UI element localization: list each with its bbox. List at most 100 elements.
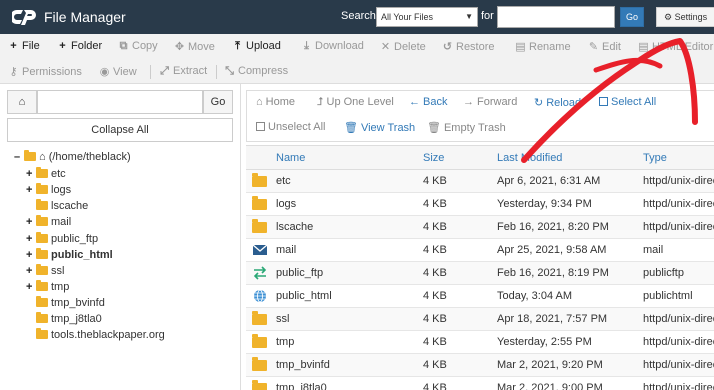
search-go-button[interactable]: Go [620, 7, 644, 27]
file-name: tmp_j8tla0 [276, 382, 327, 390]
tree-item[interactable]: lscache [26, 199, 89, 214]
settings-label: Settings [674, 12, 708, 22]
table-row[interactable]: etc 4 KB Apr 6, 2021, 6:31 AM httpd/unix-di… [246, 170, 714, 193]
tree-item[interactable]: + tmp [26, 280, 69, 295]
tb1-rename-button[interactable]: ▤ Rename [515, 40, 570, 53]
file-modified: Apr 6, 2021, 6:31 AM [497, 175, 601, 187]
tb1-copy-button[interactable]: ⧉ Copy [118, 40, 158, 53]
tree-item-label: tools.theblackpaper.org [51, 329, 165, 341]
collapse-all-button[interactable]: Collapse All [7, 118, 233, 142]
home-icon: ⌂ [256, 96, 263, 108]
reload-icon: ↻ [534, 97, 544, 109]
up-one-level-button[interactable]: ⮥ Up One Level [317, 96, 394, 109]
for-label: for [481, 10, 494, 22]
collapse-icon[interactable]: – [14, 151, 24, 163]
tree-item[interactable]: tools.theblackpaper.org [26, 328, 165, 343]
expand-icon[interactable]: + [26, 265, 36, 277]
home-button[interactable]: ⌂ Home [256, 96, 295, 108]
empty-trash-button[interactable]: 🗑 Empty Trash [427, 121, 506, 134]
tree-item-label: public_ftp [51, 233, 99, 245]
toolbar-label: Move [188, 41, 215, 53]
checkbox-empty-icon [256, 122, 265, 131]
table-row[interactable]: ssl 4 KB Apr 18, 2021, 7:57 PM httpd/unix-d… [246, 308, 714, 331]
arrow-left-icon: ← [409, 96, 420, 108]
checkbox-checked-icon [599, 97, 608, 106]
restore-icon: ↺ [442, 41, 453, 53]
tree-item[interactable]: + public_ftp [26, 232, 99, 247]
column-header-size[interactable]: Size [423, 152, 444, 164]
tree-root[interactable]: – ⌂ (/home/theblack) [14, 150, 131, 165]
unselect-all-label: Unselect All [268, 121, 326, 133]
tb2-extract-button[interactable]: ⤢ Extract [159, 65, 207, 78]
settings-button[interactable]: ⚙ Settings [656, 7, 714, 27]
tree-item[interactable]: + ssl [26, 264, 65, 279]
expand-icon[interactable]: + [26, 184, 36, 196]
file-size: 4 KB [423, 175, 447, 187]
folder-icon [36, 183, 48, 194]
tb2-view-button[interactable]: ◉ View [99, 65, 137, 78]
expand-icon[interactable]: + [26, 281, 36, 293]
tb1-delete-button[interactable]: ✕ Delete [380, 40, 426, 53]
tb1-download-button[interactable]: ⤓ Download [301, 40, 364, 53]
view-trash-button[interactable]: 🗑 View Trash [344, 121, 415, 134]
table-row[interactable]: tmp_j8tla0 4 KB Mar 2, 2021, 9:00 PM httpd/… [246, 377, 714, 390]
tb1-html-editor-button[interactable]: ▤ HTML Editor [638, 40, 713, 53]
back-button[interactable]: ← Back [409, 96, 447, 108]
globe-icon [252, 289, 268, 303]
folder-icon [36, 167, 48, 178]
expand-icon[interactable]: + [26, 216, 36, 228]
table-row[interactable]: mail 4 KB Apr 25, 2021, 9:58 AM mail [246, 239, 714, 262]
search-scope-select[interactable]: All Your Files ▼ [376, 7, 478, 27]
rename-icon: ▤ [515, 41, 526, 53]
tb2-compress-button[interactable]: ⤡ Compress [224, 65, 288, 78]
tree-item[interactable]: + mail [26, 215, 71, 230]
tb1-restore-button[interactable]: ↺ Restore [442, 40, 495, 53]
tree-item-label: etc [51, 168, 66, 180]
tree-item[interactable]: + public_html [26, 248, 113, 263]
search-scope-value: All Your Files [381, 12, 434, 22]
table-row[interactable]: public_html 4 KB Today, 3:04 AM publichtml [246, 285, 714, 308]
expand-icon[interactable]: + [26, 168, 36, 180]
tb2-permissions-button[interactable]: ⚷ Permissions [8, 65, 81, 78]
file-name: public_ftp [276, 267, 324, 279]
delete-icon: ✕ [380, 41, 391, 53]
tree-item-label: ssl [51, 265, 65, 277]
search-input[interactable] [497, 6, 615, 28]
table-row[interactable]: public_ftp 4 KB Feb 16, 2021, 8:19 PM publi… [246, 262, 714, 285]
tb1-edit-button[interactable]: ✎ Edit [588, 40, 621, 53]
select-all-button[interactable]: Select All [599, 96, 656, 108]
tree-item-label: lscache [51, 200, 89, 212]
expand-icon[interactable]: + [26, 249, 36, 261]
home-icon: ⌂ [18, 96, 26, 108]
column-header-type[interactable]: Type [643, 152, 667, 164]
tree-item[interactable]: + etc [26, 167, 66, 182]
table-row[interactable]: tmp 4 KB Yesterday, 2:55 PM httpd/unix-dire… [246, 331, 714, 354]
tree-item[interactable]: + logs [26, 183, 71, 198]
tb1-move-button[interactable]: ✥ Move [174, 40, 215, 53]
column-header-name[interactable]: Name [276, 152, 305, 164]
column-header-last-modified[interactable]: Last Modified [497, 152, 562, 164]
reload-button[interactable]: ↻ Reload [534, 96, 581, 109]
path-home-button[interactable]: ⌂ [7, 90, 37, 114]
tree-item[interactable]: tmp_bvinfd [26, 296, 105, 311]
tb1-upload-button[interactable]: ⤒ Upload [232, 40, 281, 53]
folder-icon [36, 232, 48, 243]
eye-icon: ◉ [99, 66, 110, 78]
unselect-all-button[interactable]: Unselect All [256, 121, 325, 133]
file-modified: Today, 3:04 AM [497, 290, 573, 302]
tb1-file-button[interactable]: + File [8, 40, 39, 52]
file-size: 4 KB [423, 359, 447, 371]
home-icon: ⌂ [39, 151, 49, 163]
forward-button[interactable]: → Forward [463, 96, 517, 108]
empty-trash-label: Empty Trash [443, 122, 506, 134]
view-trash-label: View Trash [360, 122, 416, 134]
tb1-folder-button[interactable]: + Folder [57, 40, 102, 52]
tree-item[interactable]: tmp_j8tla0 [26, 312, 102, 327]
path-input[interactable] [37, 90, 203, 114]
path-go-button[interactable]: Go [203, 90, 233, 114]
table-row[interactable]: logs 4 KB Yesterday, 9:34 PM httpd/unix-dir… [246, 193, 714, 216]
table-row[interactable]: tmp_bvinfd 4 KB Mar 2, 2021, 9:20 PM httpd/… [246, 354, 714, 377]
expand-icon[interactable]: + [26, 233, 36, 245]
move-icon: ✥ [174, 41, 185, 53]
table-row[interactable]: lscache 4 KB Feb 16, 2021, 8:20 PM httpd/un… [246, 216, 714, 239]
